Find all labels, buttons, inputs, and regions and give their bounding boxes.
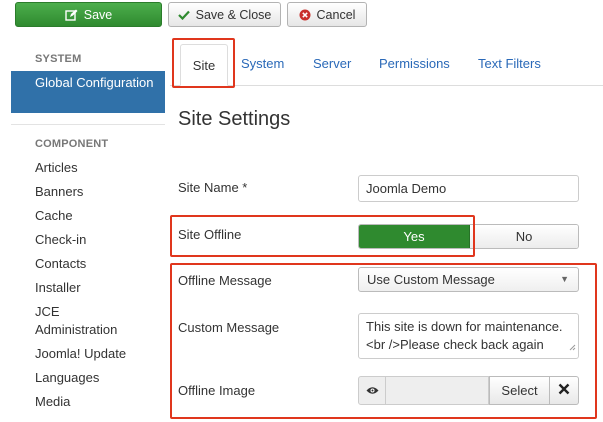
toolbar: Save Save & Close Cancel	[0, 0, 603, 30]
sidebar-item-cache[interactable]: Cache	[35, 207, 73, 225]
check-icon	[177, 10, 190, 20]
sidebar-section-component: COMPONENT	[35, 138, 109, 150]
sidebar-section-system: SYSTEM	[35, 53, 82, 65]
sidebar-item-articles[interactable]: Articles	[35, 159, 78, 177]
sidebar-item-languages[interactable]: Languages	[35, 369, 99, 387]
close-circle-icon	[299, 9, 311, 21]
sidebar-item-label: Global Configuration	[35, 75, 154, 90]
site-name-label: Site Name *	[178, 180, 248, 195]
site-offline-no-button[interactable]: No	[470, 225, 578, 248]
tab-permissions[interactable]: Permissions	[379, 56, 450, 71]
save-button[interactable]: Save	[15, 2, 162, 27]
edit-icon	[65, 9, 78, 21]
tab-system[interactable]: System	[241, 56, 284, 71]
tab-text-filters[interactable]: Text Filters	[478, 56, 541, 71]
sidebar-item-global-configuration[interactable]: Global Configuration	[11, 71, 165, 113]
sidebar-item-media[interactable]: Media	[35, 393, 70, 411]
tab-server[interactable]: Server	[313, 56, 351, 71]
sidebar-item-joomla-update[interactable]: Joomla! Update	[35, 345, 126, 363]
sidebar-item-check-in[interactable]: Check-in	[35, 231, 86, 249]
highlight-site-tab	[172, 38, 235, 88]
sidebar-item-banners[interactable]: Banners	[35, 183, 83, 201]
sidebar-item-installer[interactable]: Installer	[35, 279, 81, 297]
sidebar-item-jce-administration[interactable]: JCE Administration	[35, 303, 135, 339]
highlight-offline-settings	[170, 263, 597, 419]
sidebar-divider	[11, 124, 165, 125]
site-name-input[interactable]: Joomla Demo	[358, 175, 579, 202]
cancel-button-label: Cancel	[316, 7, 356, 22]
page-title: Site Settings	[178, 108, 291, 130]
save-close-button[interactable]: Save & Close	[168, 2, 281, 27]
save-close-button-label: Save & Close	[195, 7, 272, 22]
cancel-button[interactable]: Cancel	[287, 2, 367, 27]
sidebar-item-contacts[interactable]: Contacts	[35, 255, 86, 273]
save-button-label: Save	[83, 7, 113, 22]
highlight-site-offline	[170, 215, 475, 257]
